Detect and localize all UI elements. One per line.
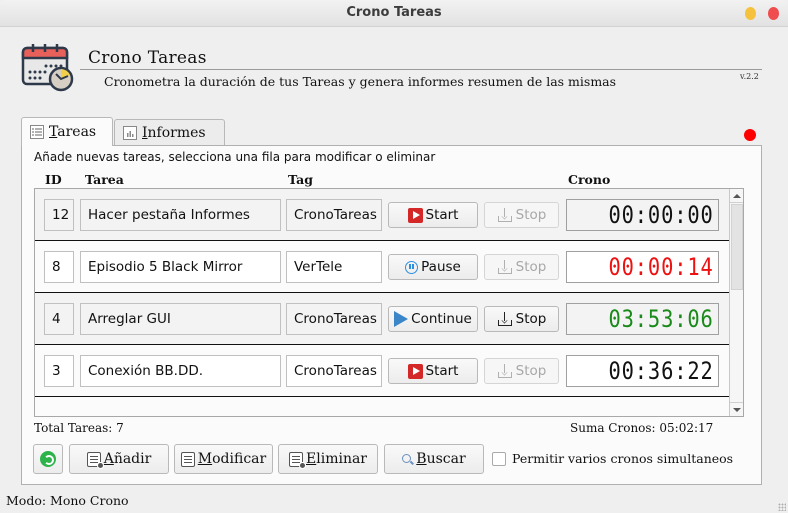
task-name-field: Arreglar GUI [80, 303, 281, 335]
play-icon [407, 207, 423, 223]
edit-document-icon [180, 451, 195, 467]
task-row[interactable]: 12 Hacer pestaña Informes CronoTareas Start… [35, 189, 731, 241]
tab-informes[interactable]: Informes [114, 119, 225, 145]
stop-label: Stop [515, 363, 547, 379]
chart-icon [123, 125, 137, 140]
stop-button[interactable]: Stop [484, 202, 559, 228]
timer-display: 00:36:22 [566, 355, 719, 387]
pause-icon [405, 260, 419, 274]
timer-value: 00:00:00 [608, 201, 714, 229]
scroll-up-arrow-icon[interactable] [730, 189, 743, 203]
scroll-down-arrow-icon[interactable] [730, 402, 743, 416]
stop-download-icon [497, 208, 513, 222]
stop-button[interactable]: Stop [484, 306, 559, 332]
task-name-field: Hacer pestaña Informes [80, 199, 281, 231]
stop-button[interactable]: Stop [484, 358, 559, 384]
window-titlebar: Crono Tareas [0, 0, 788, 27]
play-icon [407, 363, 423, 379]
resize-grip[interactable] [778, 503, 786, 511]
timer-action-button[interactable]: Start [388, 358, 478, 384]
minimize-button[interactable] [745, 7, 756, 20]
task-row[interactable]: 4 Arreglar GUI CronoTareas Continue Stop 03:5… [35, 293, 731, 345]
task-row[interactable]: 3 Conexión BB.DD. CronoTareas Start Stop 00:3… [35, 345, 731, 397]
app-subtitle: Cronometra la duración de tus Tareas y g… [104, 74, 617, 89]
column-header-tag: Tag [288, 172, 313, 187]
timer-display: 03:53:06 [566, 303, 719, 335]
add-document-icon [86, 451, 104, 469]
instructions-text: Añade nuevas tareas, selecciona una fila… [34, 150, 436, 164]
close-button[interactable] [768, 7, 779, 20]
timer-display: 00:00:14 [566, 251, 719, 283]
task-list[interactable]: 12 Hacer pestaña Informes CronoTareas Start… [34, 188, 744, 417]
multi-timer-checkbox[interactable] [492, 452, 506, 466]
column-header-timer: Crono [568, 172, 611, 187]
task-id-field: 8 [44, 251, 74, 283]
multi-timer-label: Permitir varios cronos simultaneos [512, 451, 734, 466]
task-name-field: Conexión BB.DD. [80, 355, 281, 387]
timer-value: 00:36:22 [608, 357, 714, 385]
search-icon [402, 453, 413, 465]
task-id-field: 3 [44, 355, 74, 387]
app-title: Crono Tareas [88, 48, 207, 68]
task-name-field: Episodio 5 Black Mirror [80, 251, 281, 283]
tab-tareas-label: Tareas [49, 124, 97, 140]
timer-value: 00:00:14 [608, 253, 714, 281]
stop-label: Stop [515, 207, 547, 223]
timer-action-label: Start [425, 207, 459, 223]
calendar-clock-icon [21, 44, 74, 92]
stop-download-icon [497, 260, 513, 274]
stop-download-icon [497, 312, 513, 326]
timer-value: 03:53:06 [608, 305, 714, 333]
sum-timers-label: Suma Cronos: 05:02:17 [570, 421, 714, 435]
timer-action-label: Continue [411, 311, 472, 327]
task-tag-field: VerTele [286, 251, 382, 283]
timer-display: 00:00:00 [566, 199, 719, 231]
modify-button[interactable]: Modificar [174, 444, 273, 474]
task-id-field: 12 [44, 199, 74, 231]
column-header-id: ID [45, 172, 62, 187]
task-tag-field: CronoTareas [286, 303, 382, 335]
task-row[interactable]: 8 Episodio 5 Black Mirror VerTele Pause Stop… [35, 241, 731, 293]
task-tag-field: CronoTareas [286, 199, 382, 231]
header-divider [80, 69, 762, 70]
refresh-icon [40, 451, 56, 467]
task-id-field: 4 [44, 303, 74, 335]
delete-button[interactable]: Eliminar [278, 444, 378, 474]
vertical-scrollbar[interactable] [729, 189, 743, 416]
scrollbar-thumb[interactable] [731, 204, 743, 290]
delete-document-icon [289, 451, 306, 469]
total-tasks-label: Total Tareas: 7 [34, 421, 124, 435]
refresh-button[interactable] [33, 444, 63, 474]
version-label: v.2.2 [740, 72, 759, 81]
status-indicator [744, 129, 756, 141]
list-icon [30, 125, 44, 139]
tab-informes-label: Informes [142, 124, 206, 141]
tab-tareas[interactable]: Tareas [21, 117, 113, 146]
timer-action-button[interactable]: Start [388, 202, 478, 228]
continue-icon [394, 311, 409, 327]
timer-action-button[interactable]: Pause [388, 254, 478, 280]
column-header-task: Tarea [85, 172, 124, 187]
task-tag-field: CronoTareas [286, 355, 382, 387]
stop-label: Stop [515, 259, 547, 275]
stop-download-icon [497, 364, 513, 378]
stop-label: Stop [515, 311, 547, 327]
add-button[interactable]: Añadir [69, 444, 169, 474]
stop-button[interactable]: Stop [484, 254, 559, 280]
search-button[interactable]: Buscar [384, 444, 484, 474]
window-title: Crono Tareas [346, 5, 442, 20]
mode-status: Modo: Mono Crono [6, 493, 129, 508]
timer-action-button[interactable]: Continue [388, 306, 478, 332]
timer-action-label: Start [425, 363, 459, 379]
timer-action-label: Pause [421, 259, 461, 275]
